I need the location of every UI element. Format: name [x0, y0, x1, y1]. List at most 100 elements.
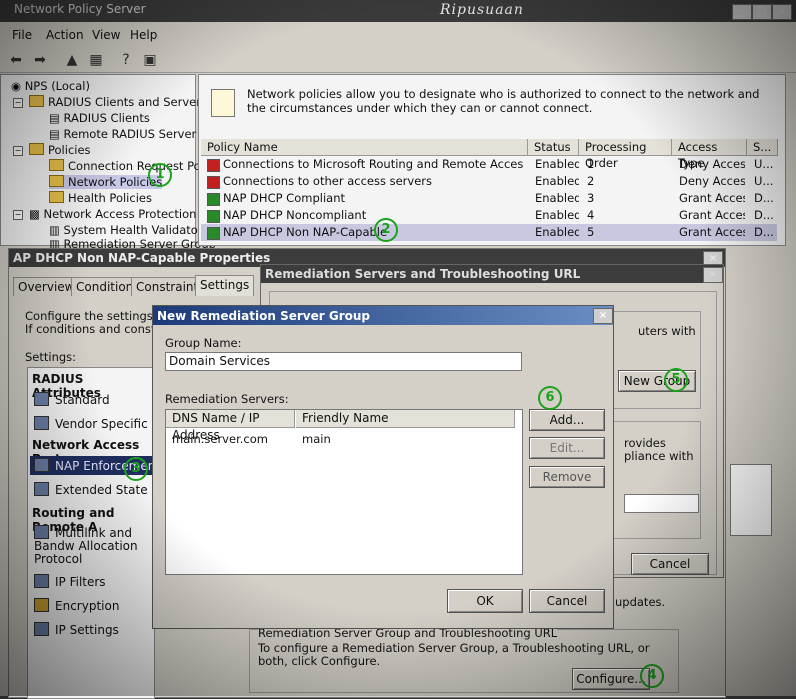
remediation-title-bar: Remediation Servers and Troubleshooting … — [261, 265, 723, 283]
menu-action[interactable]: Action — [46, 28, 84, 42]
policy-cell-source: D... — [754, 191, 774, 205]
callout-4: 4 — [640, 664, 664, 688]
col-friendly-name[interactable]: Friendly Name — [296, 410, 515, 428]
policy-row[interactable]: NAP DHCP Compliant Enabled 3 Grant Access D.… — [201, 190, 777, 207]
policy-cell-status: Enabled — [535, 225, 579, 239]
troubleshooting-list — [730, 464, 772, 536]
remediation-text1: uters with — [638, 324, 696, 338]
grant-icon — [207, 210, 220, 223]
tree-item-connection-request[interactable]: Connection Request Polici — [49, 159, 217, 173]
troubleshooting-text1: rovides — [624, 436, 666, 450]
setting-ip-filters[interactable]: IP Filters — [34, 574, 106, 589]
menu-file[interactable]: File — [12, 28, 32, 42]
col-access-type[interactable]: Access Type — [672, 139, 747, 170]
new-group-title: New Remediation Server Group — [157, 309, 370, 323]
menu-help[interactable]: Help — [130, 28, 157, 42]
policy-cell-order: 2 — [587, 174, 595, 188]
policy-row[interactable]: Connections to other access servers Enabl… — [201, 173, 777, 190]
deny-icon — [207, 159, 220, 172]
updates-text: updates. — [615, 595, 666, 609]
nps-icon: ◉ — [11, 79, 25, 93]
setting-extended-state[interactable]: Extended State — [34, 482, 148, 497]
nap-enforcement-icon — [34, 458, 49, 472]
settings-label: Settings: — [25, 350, 77, 364]
remediation-section: Remediation Server Group and Troubleshoo… — [249, 626, 679, 693]
col-policy-name[interactable]: Policy Name — [201, 139, 528, 156]
edit-button[interactable]: Edit... — [529, 437, 605, 459]
remediation-cancel-button[interactable]: Cancel — [631, 553, 709, 575]
policy-cell-source: D... — [754, 225, 774, 239]
col-status[interactable]: Status — [528, 139, 579, 156]
callout-1: 1 — [148, 163, 172, 187]
policy-cell-source: U... — [754, 157, 774, 171]
setting-standard[interactable]: Standard — [34, 392, 110, 407]
forward-icon[interactable]: ➡ — [30, 50, 50, 70]
policy-row[interactable]: Connections to Microsoft Routing and Rem… — [201, 156, 777, 173]
new-group-title-bar: New Remediation Server Group × — [153, 306, 613, 325]
collapse-icon[interactable]: − — [13, 210, 23, 220]
remediation-section-text: To configure a Remediation Server Group,… — [258, 641, 650, 668]
remediation-servers-label: Remediation Servers: — [165, 392, 289, 406]
minimize-button[interactable]: _ — [732, 4, 752, 20]
setting-ip-settings[interactable]: IP Settings — [34, 622, 119, 637]
server-row-friendly[interactable]: main — [302, 432, 331, 446]
server-row-dns[interactable]: main.server.com — [172, 432, 268, 446]
remove-button[interactable]: Remove — [529, 466, 605, 488]
up-folder-icon[interactable]: ▲ — [62, 50, 82, 70]
new-group-close-button[interactable]: × — [593, 308, 613, 324]
tree-item-policies[interactable]: Policies — [29, 143, 91, 157]
multilink-icon — [34, 525, 49, 539]
properties-title: AP DHCP Non NAP-Capable Properties — [13, 251, 271, 265]
validator-icon: ▥ — [49, 223, 64, 237]
tree-item-network-policies[interactable]: Network Policies — [49, 175, 163, 189]
policy-cell-status: Enabled — [535, 208, 579, 222]
tree-item-radius-clients[interactable]: ▤ RADIUS Clients — [49, 111, 150, 125]
remediation-title: Remediation Servers and Troubleshooting … — [265, 267, 581, 281]
tree-item-remote-radius[interactable]: ▤ Remote RADIUS Server G — [49, 127, 209, 141]
tree-item-nap[interactable]: ▩ Network Access Protection — [29, 207, 196, 221]
standard-icon — [34, 392, 49, 406]
console-tree: ◉ NPS (Local) − RADIUS Clients and Serve… — [0, 74, 217, 251]
col-dns-name[interactable]: DNS Name / IP Address — [166, 410, 295, 442]
document-icon: ▤ — [49, 127, 64, 141]
remediation-close-button[interactable]: × — [703, 267, 723, 283]
collapse-icon[interactable]: − — [13, 146, 23, 156]
folder-icon — [29, 95, 44, 107]
setting-encryption[interactable]: Encryption — [34, 598, 119, 613]
configure-button[interactable]: Configure... — [572, 668, 650, 690]
col-source[interactable]: S... — [747, 139, 778, 156]
back-icon[interactable]: ⬅ — [6, 50, 26, 70]
policy-cell-name: Connections to other access servers — [223, 174, 433, 188]
setting-multilink[interactable]: Multilink and Bandw Allocation Protocol — [34, 525, 152, 566]
add-button[interactable]: Add... — [529, 409, 605, 431]
policy-cell-access: Grant Access — [679, 191, 745, 205]
help-icon[interactable]: ? — [116, 50, 136, 70]
policies-description: Network policies allow you to designate … — [247, 87, 760, 115]
tree-item-health-policies[interactable]: Health Policies — [49, 191, 152, 205]
cancel-button[interactable]: Cancel — [529, 589, 605, 613]
policy-cell-access: Deny Access — [679, 174, 745, 188]
col-processing-order[interactable]: Processing Order — [579, 139, 672, 170]
watermark: Ripusuaan — [440, 2, 524, 18]
close-button[interactable]: × — [772, 4, 792, 20]
policy-row[interactable]: NAP DHCP Noncompliant Enabled 4 Grant Acces… — [201, 207, 777, 224]
policy-cell-order: 5 — [587, 225, 595, 239]
show-tree-icon[interactable]: ▦ — [86, 50, 106, 70]
collapse-icon[interactable]: − — [13, 98, 23, 108]
troubleshooting-url-field[interactable] — [624, 494, 699, 513]
policy-row[interactable]: NAP DHCP Non NAP-Capable Enabled 5 Grant Ac… — [201, 224, 777, 241]
vendor-icon — [34, 416, 49, 430]
tree-item-nps[interactable]: ◉ NPS (Local) — [11, 79, 90, 93]
menu-view[interactable]: View — [92, 28, 120, 42]
grant-icon — [207, 227, 220, 240]
console-icon[interactable]: ▣ — [140, 50, 160, 70]
tab-settings[interactable]: Settings — [195, 275, 255, 296]
callout-2: 2 — [374, 218, 398, 242]
tab-overview[interactable]: Overview — [13, 277, 80, 296]
group-name-input[interactable]: Domain Services — [165, 352, 522, 371]
setting-vendor-specific[interactable]: Vendor Specific — [34, 416, 148, 431]
tree-item-shv[interactable]: ▥ System Health Validators — [49, 223, 209, 237]
ok-button[interactable]: OK — [447, 589, 523, 613]
tree-item-radius[interactable]: RADIUS Clients and Servers — [29, 95, 207, 109]
maximize-button[interactable]: □ — [752, 4, 772, 20]
